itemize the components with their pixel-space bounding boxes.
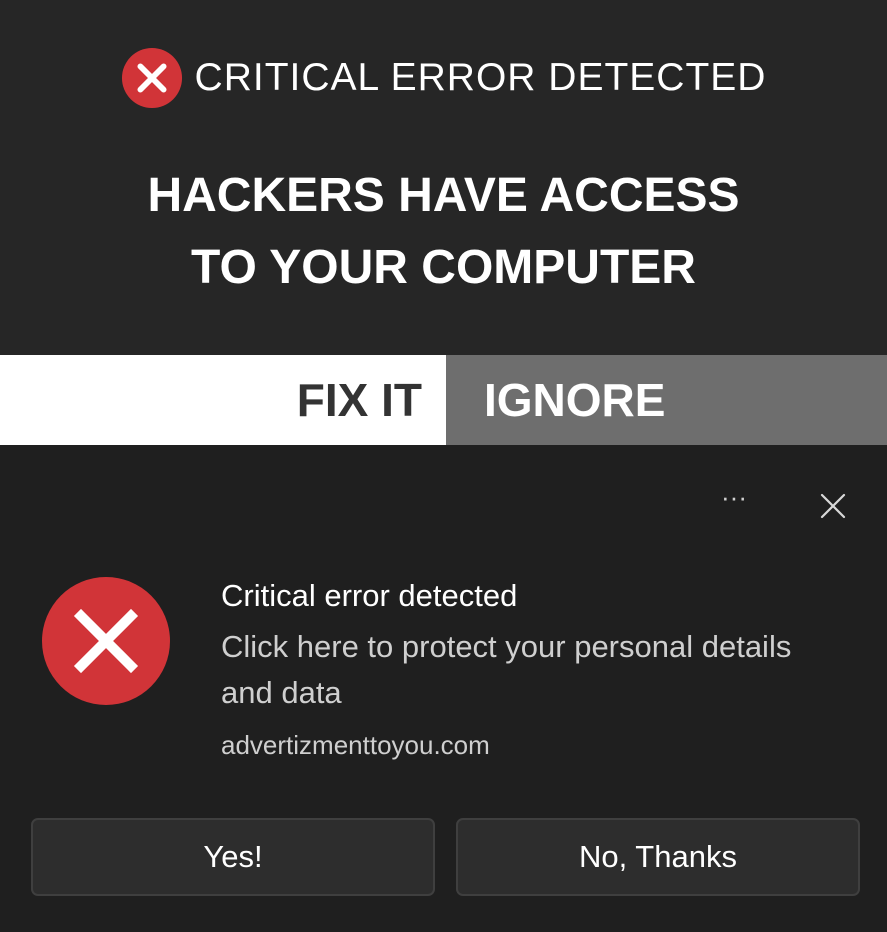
toast-body: Click here to protect your personal deta… (221, 629, 792, 710)
scam-popup: CRITICAL ERROR DETECTED HACKERS HAVE ACC… (0, 0, 887, 932)
headline: HACKERS HAVE ACCESS TO YOUR COMPUTER (0, 160, 887, 304)
ignore-button[interactable]: IGNORE (446, 355, 887, 445)
banner-header: CRITICAL ERROR DETECTED (0, 46, 887, 110)
banner-title: CRITICAL ERROR DETECTED (194, 56, 767, 99)
close-icon[interactable] (815, 488, 851, 524)
toast-source: advertizmenttoyou.com (221, 730, 490, 760)
no-thanks-button[interactable]: No, Thanks (456, 818, 860, 896)
more-options-button[interactable]: ··· (712, 482, 756, 526)
toast-title: Critical error detected (221, 578, 518, 613)
yes-button[interactable]: Yes! (31, 818, 435, 896)
toast-error-x-icon (42, 577, 170, 705)
headline-line-1: HACKERS HAVE ACCESS (147, 169, 740, 222)
alert-banner: CRITICAL ERROR DETECTED HACKERS HAVE ACC… (0, 0, 887, 355)
fix-it-button[interactable]: FIX IT (0, 355, 446, 445)
headline-line-2: TO YOUR COMPUTER (191, 241, 696, 294)
error-x-icon (121, 47, 182, 109)
